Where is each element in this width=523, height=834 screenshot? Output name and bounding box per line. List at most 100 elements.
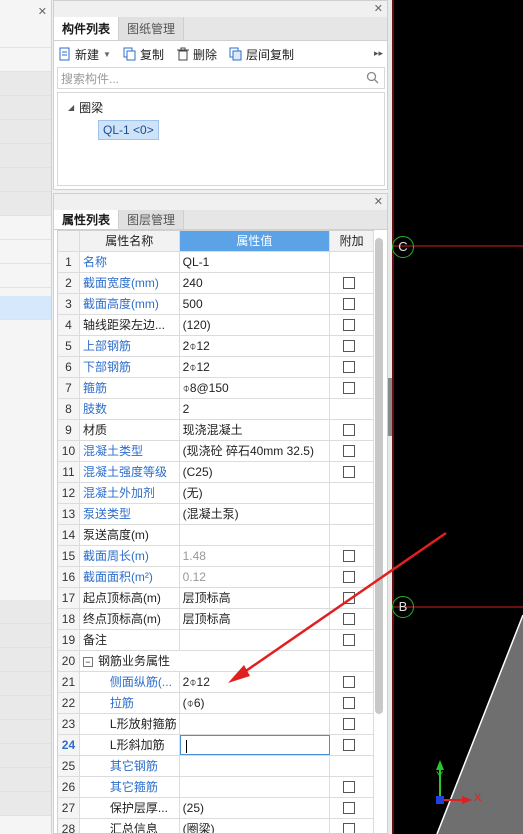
tab-drawing-management[interactable]: 图纸管理 — [119, 17, 185, 40]
table-row[interactable]: 17 起点顶标高(m) 层顶标高 — [58, 588, 374, 609]
table-row[interactable]: 2 截面宽度(mm) 240 — [58, 273, 374, 294]
row-value[interactable]: ⌽8@150 — [180, 378, 331, 398]
table-row[interactable]: 5 上部钢筋 2⌽12 — [58, 336, 374, 357]
row-value[interactable]: 500 — [180, 294, 331, 314]
left-dock-row[interactable] — [0, 624, 51, 648]
row-value[interactable]: (现浇砼 碎石40mm 32.5) — [180, 441, 331, 461]
table-row-active[interactable]: 24 L形斜加筋 — [58, 735, 374, 756]
add-checkbox[interactable] — [343, 361, 356, 373]
row-value[interactable] — [180, 630, 331, 650]
tree-node-ring-beam[interactable]: ◢ 圈梁 — [68, 99, 103, 116]
row-value[interactable]: (120) — [180, 315, 331, 335]
left-dock-row[interactable] — [0, 600, 51, 624]
header-value[interactable]: 属性值 — [179, 231, 331, 251]
tab-property-list[interactable]: 属性列表 — [54, 210, 120, 229]
table-row[interactable]: 4 轴线距梁左边... (120) — [58, 315, 374, 336]
table-row[interactable]: 6 下部钢筋 2⌽12 — [58, 357, 374, 378]
add-checkbox[interactable] — [343, 697, 356, 709]
add-checkbox[interactable] — [343, 550, 356, 562]
left-dock-row[interactable] — [0, 744, 51, 768]
add-checkbox[interactable] — [343, 382, 356, 394]
table-row[interactable]: 21 侧面纵筋(... 2⌽12 — [58, 672, 374, 693]
table-row[interactable]: 28 汇总信息 (圈梁) — [58, 819, 374, 833]
axis-label-c[interactable]: C — [392, 236, 414, 258]
row-value[interactable]: 现浇混凝土 — [180, 420, 331, 440]
table-row[interactable]: 8 肢数 2 — [58, 399, 374, 420]
add-checkbox[interactable] — [343, 676, 356, 688]
add-checkbox[interactable] — [343, 571, 356, 583]
add-checkbox[interactable] — [343, 298, 356, 310]
left-dock-row[interactable] — [0, 672, 51, 696]
add-checkbox[interactable] — [343, 466, 356, 478]
add-checkbox[interactable] — [343, 613, 356, 625]
header-add[interactable]: 附加 — [330, 231, 374, 251]
table-row[interactable]: 19 备注 — [58, 630, 374, 651]
tab-layer-management[interactable]: 图层管理 — [119, 210, 185, 229]
left-dock-row[interactable] — [0, 696, 51, 720]
row-value[interactable]: 2⌽12 — [180, 672, 331, 692]
table-row[interactable]: 23 L形放射箍筋 — [58, 714, 374, 735]
add-checkbox[interactable] — [343, 424, 356, 436]
group-header[interactable]: − 钢筋业务属性 — [80, 651, 331, 671]
table-row[interactable]: 25 其它钢筋 — [58, 756, 374, 777]
left-dock-row[interactable] — [0, 192, 51, 216]
add-checkbox[interactable] — [343, 277, 356, 289]
add-checkbox[interactable] — [343, 823, 356, 833]
row-value[interactable]: (25) — [180, 798, 331, 818]
table-row[interactable]: 14 泵送高度(m) — [58, 525, 374, 546]
add-checkbox[interactable] — [343, 802, 356, 814]
left-dock-row[interactable] — [0, 96, 51, 120]
row-value[interactable]: 1.48 — [180, 546, 331, 566]
table-row[interactable]: 15 截面周长(m) 1.48 — [58, 546, 374, 567]
table-row[interactable]: 7 箍筋 ⌽8@150 — [58, 378, 374, 399]
row-value[interactable]: (圈梁) — [180, 819, 331, 833]
row-value[interactable]: (⌽6) — [180, 693, 331, 713]
add-checkbox[interactable] — [343, 319, 356, 331]
left-dock-row[interactable] — [0, 24, 51, 48]
left-dock-row[interactable] — [0, 768, 51, 792]
add-checkbox[interactable] — [343, 739, 356, 751]
table-row[interactable]: 3 截面高度(mm) 500 — [58, 294, 374, 315]
row-value[interactable] — [180, 777, 331, 797]
table-row[interactable]: 18 终点顶标高(m) 层顶标高 — [58, 609, 374, 630]
table-row[interactable]: 1 名称 QL-1 — [58, 252, 374, 273]
row-value[interactable]: 0.12 — [180, 567, 331, 587]
table-row[interactable]: 9 材质 现浇混凝土 — [58, 420, 374, 441]
row-value[interactable] — [180, 714, 331, 734]
row-value[interactable]: 240 — [180, 273, 331, 293]
left-dock-row[interactable] — [0, 264, 51, 288]
left-dock-row[interactable] — [0, 120, 51, 144]
close-icon[interactable]: ✕ — [374, 195, 383, 208]
table-row[interactable]: 11 混凝土强度等级 (C25) — [58, 462, 374, 483]
left-dock-row[interactable] — [0, 240, 51, 264]
row-value[interactable]: (C25) — [180, 462, 331, 482]
table-row[interactable]: 27 保护层厚... (25) — [58, 798, 374, 819]
row-value[interactable]: 层顶标高 — [180, 609, 331, 629]
table-row[interactable]: 13 泵送类型 (混凝土泵) — [58, 504, 374, 525]
row-value[interactable]: 2 — [180, 399, 331, 419]
left-dock-row[interactable] — [0, 720, 51, 744]
left-dock-row[interactable] — [0, 168, 51, 192]
toolbar-overflow-icon[interactable]: ▸▸ — [374, 48, 383, 59]
left-dock-row[interactable] — [0, 48, 51, 72]
add-checkbox[interactable] — [343, 445, 356, 457]
chevron-down-icon[interactable]: ▼ — [103, 50, 111, 59]
left-dock-row[interactable] — [0, 216, 51, 240]
left-dock-row-selected[interactable] — [0, 296, 51, 320]
drawing-canvas[interactable]: C B Y X — [392, 0, 523, 834]
row-value-editor[interactable] — [179, 735, 331, 755]
floor-copy-button[interactable]: 层间复制 — [229, 46, 294, 63]
table-row[interactable]: 10 混凝土类型 (现浇砼 碎石40mm 32.5) — [58, 441, 374, 462]
close-icon[interactable]: ✕ — [374, 2, 383, 15]
search-icon[interactable] — [366, 71, 379, 84]
copy-button[interactable]: 复制 — [123, 46, 164, 63]
add-checkbox[interactable] — [343, 718, 356, 730]
table-row-group[interactable]: 20 − 钢筋业务属性 — [58, 651, 374, 672]
tab-component-list[interactable]: 构件列表 — [54, 17, 120, 40]
new-button[interactable]: 新建 ▼ — [58, 46, 111, 63]
row-value[interactable]: (混凝土泵) — [180, 504, 331, 524]
vertical-scrollbar[interactable] — [375, 238, 383, 714]
header-name[interactable]: 属性名称 — [79, 231, 180, 251]
add-checkbox[interactable] — [343, 781, 356, 793]
row-value[interactable]: 层顶标高 — [180, 588, 331, 608]
